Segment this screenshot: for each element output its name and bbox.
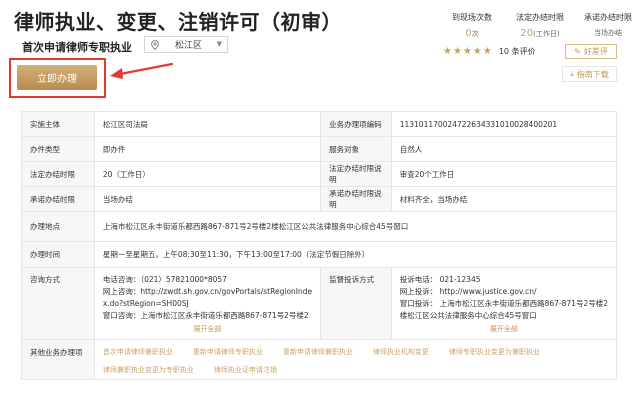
page-title: 律师执业、变更、注销许可（初审） <box>14 10 342 34</box>
review-button[interactable]: ✎ 好差评 <box>565 44 617 59</box>
table-row: 承诺办结时限 当场办结 承诺办结时限说明 材料齐全，当场办结 <box>21 186 618 212</box>
table-row: 办理时间 星期一至星期五，上午08:30至11:30，下午13:00至17:00… <box>21 241 618 268</box>
other-service-link[interactable]: 重新申请律师兼职执业 <box>283 348 353 356</box>
edit-icon: ✎ <box>574 47 581 56</box>
table-row: 法定办结时限 20（工作日） 法定办结时限说明 审查20个工作日 <box>21 161 618 187</box>
expand-all-link[interactable]: 展开全部 <box>103 324 312 334</box>
other-service-link[interactable]: 重新申请律师专职执业 <box>193 348 263 356</box>
service-subtitle: 首次申请律师专职执业 <box>22 41 132 54</box>
download-icon: ⤓ <box>570 69 574 78</box>
table-row: 办理地点 上海市松江区永丰街道乐都西路867-871号2号楼2楼松江区公共法律服… <box>21 211 618 242</box>
complain-cell: 投诉电话： 021-12345 网上投诉： http://www.justice… <box>390 267 618 340</box>
table-row: 办件类型 即办件 服务对象 自然人 <box>21 136 618 162</box>
info-table: 实施主体 松江区司法局 业务办理项编码 11310117002472263433… <box>21 111 618 380</box>
guide-download-button[interactable]: ⤓ 指南下载 <box>562 66 617 82</box>
region-selector[interactable]: 松江区 ▼ <box>144 36 228 53</box>
table-row: 咨询方式 电话咨询：（021）57821000*8057 网上咨询：http:/… <box>21 267 618 340</box>
stat-promised-limit: 承诺办结时限 当场办结 <box>584 13 632 37</box>
expand-all-link[interactable]: 展开全部 <box>400 324 608 334</box>
star-icon: ★ <box>482 45 492 57</box>
region-label: 松江区 <box>175 41 203 51</box>
stats-panel: 到现场次数 0次 法定办结时限 20(工作日) 承诺办结时限 当场办结 <box>438 12 640 39</box>
other-service-link[interactable]: 律师专职执业变更为兼职执业 <box>449 348 540 356</box>
other-service-link[interactable]: 律师执业证申请注销 <box>214 366 277 374</box>
other-service-link[interactable]: 律师兼职执业变更为专职执业 <box>103 366 194 374</box>
arrow-icon <box>110 62 174 79</box>
chevron-down-icon: ▼ <box>216 40 222 48</box>
stat-visits: 到现场次数 0次 <box>452 13 492 39</box>
other-service-link[interactable]: 首次申请律师兼职执业 <box>103 348 173 356</box>
table-row: 实施主体 松江区司法局 业务办理项编码 11310117002472263433… <box>21 111 618 137</box>
stat-legal-limit: 法定办结时限 20(工作日) <box>516 13 564 39</box>
star-icon: ★ <box>462 45 472 57</box>
other-service-link[interactable]: 律师执业机构变更 <box>373 348 429 356</box>
rating: ★ ★ ★ ★ ★ 10 条评价 <box>443 46 536 57</box>
star-icon: ★ <box>443 45 452 57</box>
star-icon: ★ <box>472 45 482 57</box>
other-services-list: 首次申请律师兼职执业 重新申请律师专职执业 重新申请律师兼职执业 律师执业机构变… <box>103 346 608 374</box>
star-icon: ★ <box>452 45 462 57</box>
table-row: 其他业务办理项 首次申请律师兼职执业 重新申请律师专职执业 重新申请律师兼职执业… <box>21 339 618 380</box>
location-pin-icon <box>151 39 159 50</box>
review-count[interactable]: 10 条评价 <box>499 46 536 57</box>
consult-cell: 电话咨询：（021）57821000*8057 网上咨询：http://zwdt… <box>93 267 322 340</box>
apply-now-button[interactable]: 立即办理 <box>17 65 97 90</box>
